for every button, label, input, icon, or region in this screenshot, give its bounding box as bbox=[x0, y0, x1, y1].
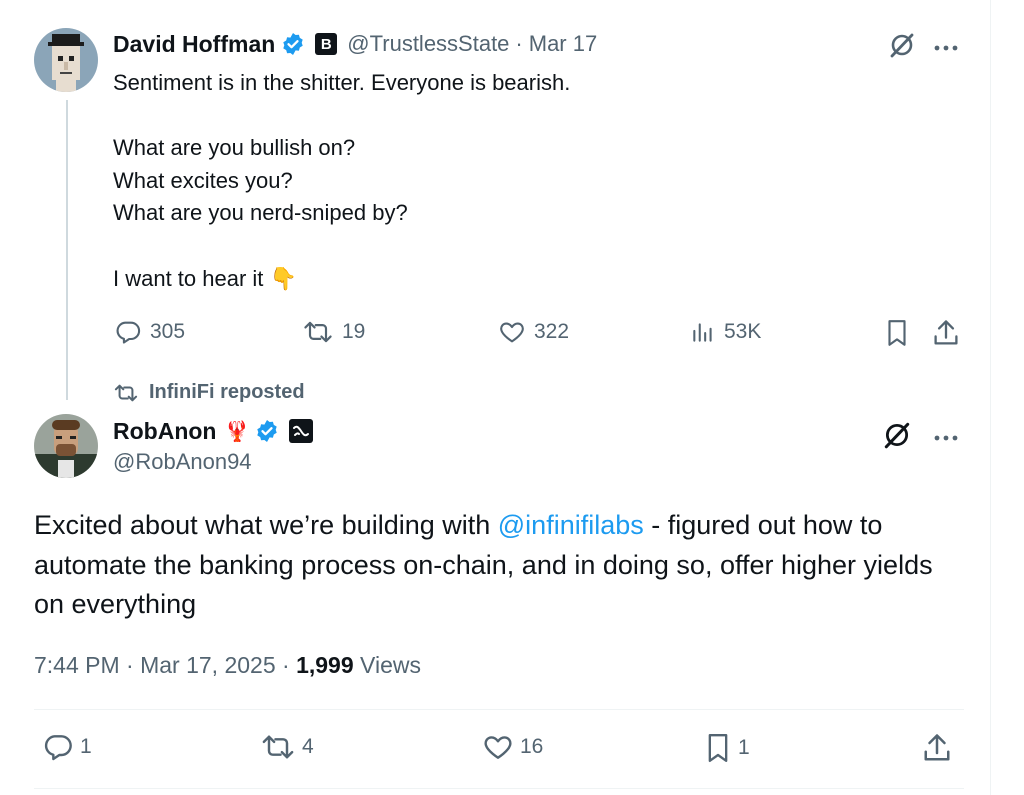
bookmark-icon bbox=[708, 734, 728, 762]
tweet1-line: I want to hear it 👇 bbox=[113, 265, 297, 291]
analytics-icon bbox=[693, 323, 712, 342]
repost-small-icon bbox=[114, 384, 138, 401]
views-count: 1,999 bbox=[296, 652, 354, 678]
heart-icon bbox=[484, 736, 512, 759]
repost-button[interactable]: 19 bbox=[302, 318, 365, 346]
like-button[interactable]: 322 bbox=[498, 318, 569, 346]
bookmark-icon[interactable] bbox=[884, 318, 910, 348]
author-handle[interactable]: @RobAnon94 bbox=[113, 449, 252, 475]
verified-icon bbox=[281, 32, 305, 56]
tweet2-body: Excited about what we’re building with @… bbox=[34, 506, 964, 625]
share-icon[interactable] bbox=[922, 731, 952, 765]
author-handle[interactable]: @TrustlessState bbox=[347, 31, 509, 57]
avatar-david-hoffman[interactable] bbox=[34, 28, 98, 92]
like-count: 16 bbox=[520, 735, 544, 758]
repost-icon bbox=[304, 321, 332, 343]
repost-context-label: InfiniFi reposted bbox=[149, 381, 305, 403]
tweet-date[interactable]: Mar 17 bbox=[529, 31, 597, 57]
author-name[interactable]: David Hoffman bbox=[113, 31, 275, 58]
repost-count: 4 bbox=[302, 735, 314, 758]
tweet1-line: What are you bullish on? bbox=[113, 135, 356, 161]
views-button[interactable]: 53K bbox=[690, 318, 761, 346]
repost-context[interactable]: InfiniFi reposted bbox=[113, 381, 305, 404]
author-name[interactable]: RobAnon bbox=[113, 418, 216, 445]
avatar-robanon[interactable] bbox=[34, 414, 98, 478]
reply-icon bbox=[116, 321, 141, 344]
affiliate-badge-icon[interactable] bbox=[289, 419, 314, 443]
views-count: 53K bbox=[724, 320, 762, 343]
repost-icon bbox=[262, 735, 294, 759]
more-options-icon[interactable] bbox=[932, 430, 960, 441]
tweet1-line bbox=[113, 100, 913, 133]
tweet-timestamp[interactable]: 7:44 PM · Mar 17, 2025 · bbox=[34, 652, 296, 678]
tweet1-line: What are you nerd-sniped by? bbox=[113, 200, 408, 226]
repost-button[interactable]: 4 bbox=[260, 731, 314, 763]
reply-count: 305 bbox=[150, 320, 186, 343]
repost-count: 19 bbox=[342, 320, 366, 343]
tweet1-line: Sentiment is in the shitter. Everyone is… bbox=[113, 70, 571, 95]
verified-icon bbox=[255, 419, 279, 443]
like-count: 322 bbox=[534, 320, 570, 343]
lobster-emoji: 🦞 bbox=[224, 420, 250, 443]
views-label: Views bbox=[353, 652, 421, 678]
tweet1-line bbox=[113, 230, 913, 263]
bookmark-count: 1 bbox=[738, 736, 750, 759]
grok-icon[interactable] bbox=[882, 420, 912, 450]
reply-icon bbox=[44, 735, 72, 761]
bookmark-button[interactable]: 1 bbox=[704, 731, 750, 765]
column-border bbox=[990, 0, 991, 795]
tweet-meta: 7:44 PM · Mar 17, 2025 · 1,999 Views bbox=[34, 652, 421, 679]
separator: · bbox=[515, 31, 523, 56]
grok-icon[interactable] bbox=[888, 31, 916, 59]
tweet-text: Excited about what we’re building with bbox=[34, 510, 498, 540]
more-options-icon[interactable] bbox=[932, 40, 960, 51]
reply-count: 1 bbox=[80, 735, 92, 758]
tweet1-header: David Hoffman B @TrustlessState · Mar 17 bbox=[113, 29, 597, 59]
divider bbox=[34, 709, 964, 710]
like-button[interactable]: 16 bbox=[482, 731, 543, 763]
divider bbox=[34, 788, 964, 789]
reply-button[interactable]: 1 bbox=[42, 731, 92, 763]
share-icon[interactable] bbox=[932, 318, 960, 348]
thread-connector bbox=[66, 100, 68, 400]
affiliate-badge-icon[interactable]: B bbox=[315, 33, 338, 55]
mention-link[interactable]: @infinifilabs bbox=[498, 510, 644, 540]
tweet2-header: RobAnon 🦞 bbox=[113, 416, 314, 446]
tweet1-body: Sentiment is in the shitter. Everyone is… bbox=[113, 67, 913, 295]
heart-icon bbox=[500, 322, 524, 343]
reply-button[interactable]: 305 bbox=[114, 318, 185, 346]
tweet1-line: What excites you? bbox=[113, 167, 293, 193]
